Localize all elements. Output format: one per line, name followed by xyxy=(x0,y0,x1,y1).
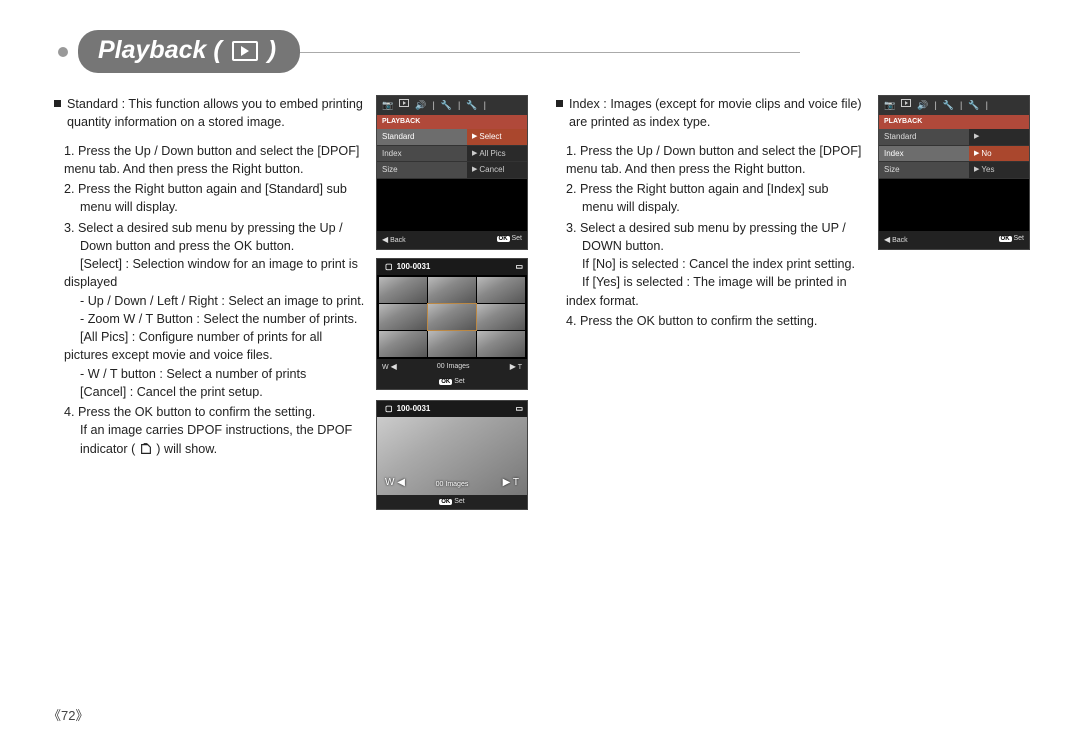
camera-icon: 📷 xyxy=(382,99,393,112)
page-title: Playback ( ) xyxy=(78,30,300,73)
sound-icon: 🔊 xyxy=(415,99,426,112)
file-number: 100-0031 xyxy=(397,261,431,273)
battery-icon: ▭ xyxy=(515,261,523,273)
thumbnail-selected[interactable] xyxy=(428,304,476,330)
page-number: 《72》 xyxy=(48,705,88,724)
right-intro-text: Images (except for movie clips and voice… xyxy=(569,97,862,129)
lcd-single-image: ▢ 100-0031 ▭ W ◀ 00 Images ▶ T OK Set xyxy=(376,400,528,510)
lcd-index-menu: 📷 🔊 | 🔧 | 🔧 | PLAYBACK Standard ▶ xyxy=(878,95,1030,250)
thumbnail[interactable] xyxy=(379,277,427,303)
photo-preview: W ◀ 00 Images ▶ T xyxy=(377,417,527,495)
square-icon: ▢ xyxy=(385,403,393,415)
title-suffix: ) xyxy=(268,36,276,65)
lcd-standard-menu: 📷 🔊 | 🔧 | 🔧 | PLAYBACK Standard ▶Select xyxy=(376,95,528,250)
menu-row-standard2[interactable]: Standard ▶ xyxy=(879,129,1029,146)
thumbnail[interactable] xyxy=(477,331,525,357)
battery-icon: ▭ xyxy=(515,403,523,415)
left-column: Standard : This function allows you to e… xyxy=(50,95,528,520)
right-step-3: 3. Select a desired sub menu by pressing… xyxy=(566,219,870,310)
play-icon xyxy=(901,99,911,107)
menu-row-size2[interactable]: Size ▶Yes xyxy=(879,162,1029,179)
thumbnail[interactable] xyxy=(428,277,476,303)
square-bullet-icon xyxy=(556,100,563,107)
left-intro-label: Standard : xyxy=(67,97,125,111)
wrench2-icon: 🔧 xyxy=(466,99,477,112)
camera-icon: 📷 xyxy=(884,99,895,112)
header-dot-icon xyxy=(58,47,68,57)
lcd-thumbnail-grid: ▢ 100-0031 ▭ xyxy=(376,258,528,390)
images-count: 00 Images xyxy=(437,362,470,372)
square-icon: ▢ xyxy=(385,261,393,273)
right-intro-label: Index : xyxy=(569,97,607,111)
sound-icon: 🔊 xyxy=(917,99,928,112)
playback-icon xyxy=(232,41,258,61)
wrench-icon: 🔧 xyxy=(943,99,954,112)
menu-row-standard[interactable]: Standard ▶Select xyxy=(377,129,527,146)
right-column: Index : Images (except for movie clips a… xyxy=(552,95,1030,520)
w-label: W xyxy=(382,364,389,371)
lcd2-header: PLAYBACK xyxy=(879,115,1029,129)
images-count: 00 Images xyxy=(436,480,469,490)
dpof-indicator-icon xyxy=(139,442,153,456)
file-number: 100-0031 xyxy=(397,403,431,415)
square-bullet-icon xyxy=(54,100,61,107)
thumbnail[interactable] xyxy=(379,304,427,330)
play-icon xyxy=(399,99,409,107)
thumbnail[interactable] xyxy=(428,331,476,357)
menu-row-size[interactable]: Size ▶Cancel xyxy=(377,162,527,179)
left-step-3: 3. Select a desired sub menu by pressing… xyxy=(64,219,368,402)
lcd1-header: PLAYBACK xyxy=(377,115,527,129)
left-step-2: 2. Press the Right button again and [Sta… xyxy=(64,180,368,217)
thumbnail[interactable] xyxy=(477,277,525,303)
page-header: Playback ( ) xyxy=(58,30,1030,73)
wrench2-icon: 🔧 xyxy=(968,99,979,112)
left-step-4: 4. Press the OK button to confirm the se… xyxy=(64,403,368,458)
wrench-icon: 🔧 xyxy=(441,99,452,112)
thumbnail[interactable] xyxy=(379,331,427,357)
menu-row-index[interactable]: Index ▶All Pics xyxy=(377,146,527,163)
menu-row-index2[interactable]: Index ▶No xyxy=(879,146,1029,163)
right-step-1: 1. Press the Up / Down button and select… xyxy=(566,142,870,179)
left-step-1: 1. Press the Up / Down button and select… xyxy=(64,142,368,179)
left-intro: Standard : This function allows you to e… xyxy=(54,95,368,132)
t-label: T xyxy=(518,364,522,371)
right-intro: Index : Images (except for movie clips a… xyxy=(556,95,870,132)
right-step-2: 2. Press the Right button again and [Ind… xyxy=(566,180,870,217)
thumbnail[interactable] xyxy=(477,304,525,330)
right-step-4: 4. Press the OK button to confirm the se… xyxy=(566,312,870,330)
title-prefix: Playback ( xyxy=(98,36,222,65)
